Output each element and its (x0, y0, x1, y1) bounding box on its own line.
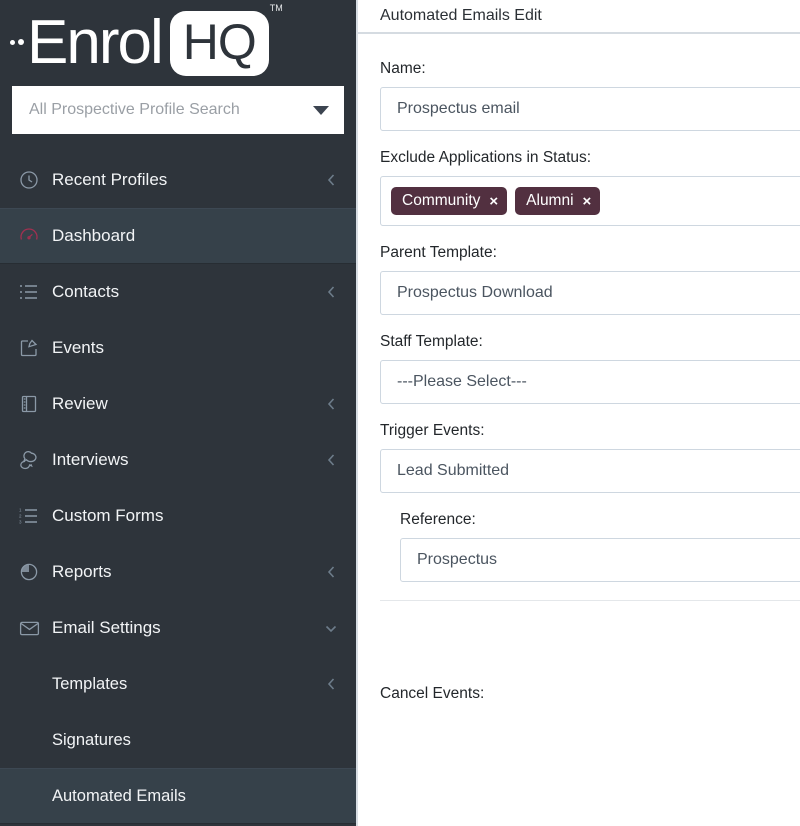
remove-tag-icon[interactable]: × (489, 194, 498, 209)
envelope-icon (14, 620, 44, 637)
reference-input[interactable]: Prospectus (400, 538, 800, 582)
chevron-down-icon[interactable] (322, 623, 340, 634)
field-exclude-status: Exclude Applications in Status: Communit… (380, 149, 800, 226)
sidebar-item-label: Templates (52, 674, 128, 693)
profile-search-select[interactable]: All Prospective Profile Search (12, 86, 344, 134)
sidebar-item-label: Interviews (52, 450, 129, 469)
staff-template-select[interactable]: ---Please Select--- (380, 360, 800, 404)
field-reference: Reference: Prospectus (400, 511, 800, 582)
sidebar-item-label: Recent Profiles (52, 170, 168, 189)
search-container: All Prospective Profile Search (0, 86, 356, 134)
status-tag: Alumni × (515, 187, 601, 215)
automated-email-form: Name: Prospectus email Exclude Applicati… (358, 34, 800, 601)
sidebar-item-label: Contacts (52, 282, 120, 301)
field-label-name: Name: (380, 60, 426, 77)
page-title: Automated Emails Edit (380, 7, 542, 24)
trigger-events-value: Lead Submitted (397, 462, 510, 479)
chevron-left-icon[interactable] (322, 173, 340, 187)
sidebar-item-label: Reports (52, 562, 112, 581)
sidebar-item-events[interactable]: Events (0, 320, 356, 376)
field-trigger-events: Trigger Events: Lead Submitted (380, 422, 800, 493)
clock-icon (14, 170, 44, 190)
reference-value: Prospectus (417, 551, 498, 568)
chat-bubbles-icon (14, 450, 44, 470)
field-name: Name: Prospectus email (380, 60, 800, 131)
brand-logo[interactable]: Enrol HQ TM (0, 0, 356, 86)
chevron-left-icon[interactable] (322, 453, 340, 467)
sidebar-item-label: Events (52, 338, 104, 357)
chevron-down-icon (313, 105, 329, 115)
sidebar-item-templates[interactable]: Templates (0, 656, 356, 712)
sidebar-item-custom-forms[interactable]: 1 2 3 Custom Forms (0, 488, 356, 544)
exclude-status-multiselect[interactable]: Community × Alumni × (380, 176, 800, 226)
sidebar-item-dashboard[interactable]: Dashboard (0, 208, 356, 264)
chevron-left-icon[interactable] (322, 285, 340, 299)
field-label-exclude-status: Exclude Applications in Status: (380, 149, 592, 166)
chevron-left-icon[interactable] (322, 397, 340, 411)
sidebar-nav: Recent Profiles Dashboard Contacts Event… (0, 152, 356, 824)
numbered-list-icon: 1 2 3 (14, 507, 44, 525)
parent-template-value: Prospectus Download (397, 284, 553, 301)
name-input-value: Prospectus email (397, 100, 520, 117)
field-label-trigger-events: Trigger Events: (380, 422, 485, 439)
sidebar-item-review[interactable]: Review (0, 376, 356, 432)
trademark-symbol: TM (269, 3, 283, 13)
sidebar-item-recent-profiles[interactable]: Recent Profiles (0, 152, 356, 208)
sidebar-item-reports[interactable]: Reports (0, 544, 356, 600)
search-placeholder: All Prospective Profile Search (29, 101, 240, 118)
sidebar: Enrol HQ TM All Prospective Profile Sear… (0, 0, 358, 826)
pencil-square-icon (14, 338, 44, 358)
logo-badge-text: HQ (182, 13, 257, 70)
status-tag-label: Community (402, 192, 481, 209)
field-label-reference: Reference: (400, 511, 476, 528)
book-icon (14, 394, 44, 414)
sidebar-item-label: Dashboard (52, 226, 136, 245)
chevron-left-icon[interactable] (322, 677, 340, 691)
sidebar-item-label: Signatures (52, 730, 131, 749)
sidebar-item-label: Custom Forms (52, 506, 164, 525)
field-staff-template: Staff Template: ---Please Select--- (380, 333, 800, 404)
svg-text:1: 1 (19, 508, 22, 513)
sidebar-item-contacts[interactable]: Contacts (0, 264, 356, 320)
svg-text:3: 3 (19, 520, 22, 525)
sidebar-item-automated-emails[interactable]: Automated Emails (0, 768, 356, 824)
sidebar-item-signatures[interactable]: Signatures (0, 712, 356, 768)
sidebar-item-label: Email Settings (52, 618, 161, 637)
parent-template-select[interactable]: Prospectus Download (380, 271, 800, 315)
field-label-parent-template: Parent Template: (380, 244, 497, 261)
field-label-staff-template: Staff Template: (380, 333, 483, 350)
app-root: Enrol HQ TM All Prospective Profile Sear… (0, 0, 800, 826)
sidebar-item-label: Automated Emails (52, 786, 186, 805)
logo-badge: HQ (169, 10, 269, 76)
remove-tag-icon[interactable]: × (583, 194, 592, 209)
field-label-cancel-events: Cancel Events: (380, 685, 485, 702)
trigger-events-select[interactable]: Lead Submitted (380, 449, 800, 493)
page-header: Automated Emails Edit (358, 0, 800, 34)
logo-dots-icon (10, 39, 24, 45)
sidebar-item-interviews[interactable]: Interviews (0, 432, 356, 488)
sidebar-item-label: Review (52, 394, 108, 413)
list-icon (14, 283, 44, 301)
pie-chart-icon (14, 562, 44, 582)
field-parent-template: Parent Template: Prospectus Download (380, 244, 800, 315)
logo-wordmark: Enrol (27, 8, 164, 77)
main-content: Automated Emails Edit Name: Prospectus e… (358, 0, 800, 826)
speedometer-icon (14, 226, 44, 246)
status-tag: Community × (391, 187, 508, 215)
svg-text:2: 2 (19, 514, 22, 519)
staff-template-value: ---Please Select--- (397, 373, 527, 390)
sidebar-item-email-settings[interactable]: Email Settings (0, 600, 356, 656)
name-input[interactable]: Prospectus email (380, 87, 800, 131)
chevron-left-icon[interactable] (322, 565, 340, 579)
status-tag-label: Alumni (526, 192, 574, 209)
